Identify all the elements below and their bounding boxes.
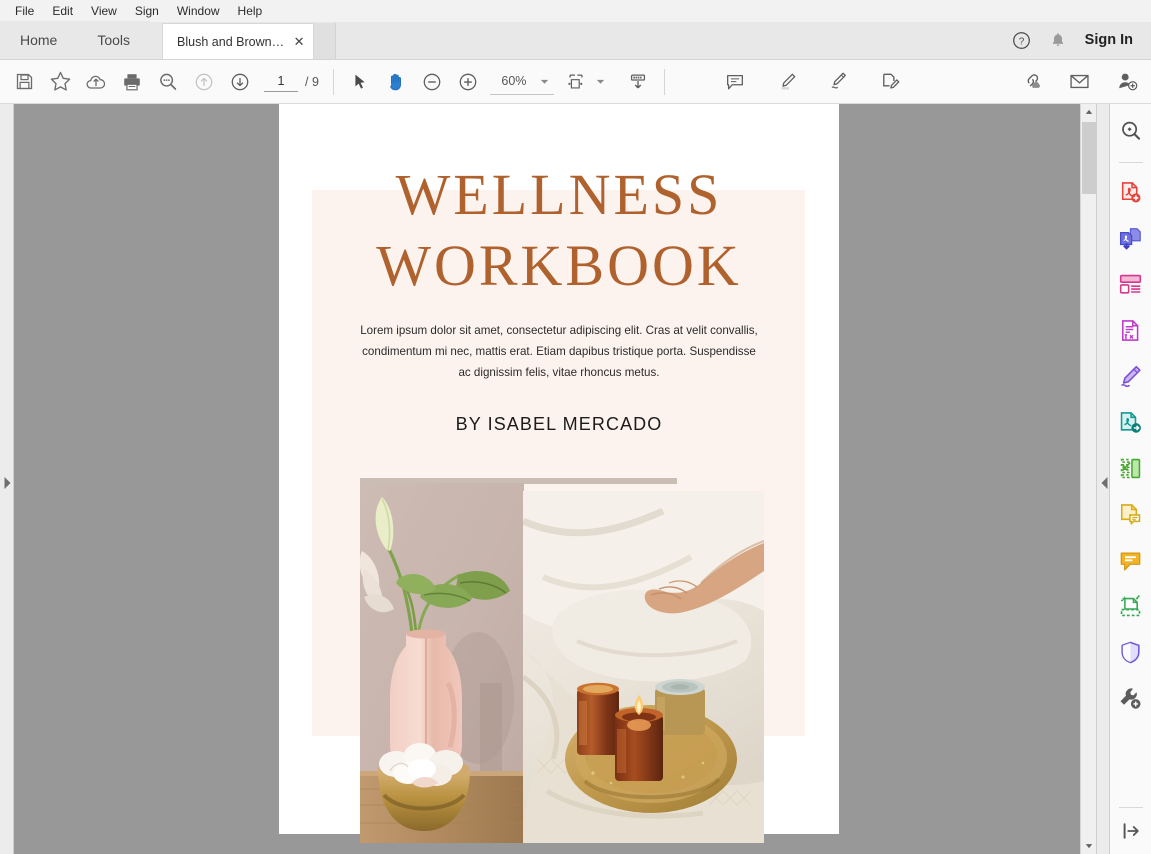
export-pdf-tool[interactable] [1114,405,1148,439]
tab-strip-right-group: ? Sign In [1009,21,1151,59]
photo-candles-and-pillow [523,491,764,843]
hand-tool[interactable] [378,65,414,99]
main-area: WELLNESS WORKBOOK Lorem ipsum dolor sit … [0,104,1151,854]
more-tools-tool[interactable] [1114,681,1148,715]
previous-page-button[interactable] [186,65,222,99]
cover-title-line-2: WORKBOOK [376,233,742,298]
menu-file[interactable]: File [6,2,43,21]
acrobat-window: File Edit View Sign Window Help Home Too… [0,0,1151,854]
organize-pages-tool[interactable] [1114,267,1148,301]
save-button[interactable] [6,65,42,99]
protect-tool[interactable] [1114,635,1148,669]
scroll-down-button[interactable] [1081,838,1097,854]
tab-tools[interactable]: Tools [77,21,151,59]
fill-and-sign-button[interactable] [873,65,909,99]
bell-icon[interactable] [1045,27,1071,53]
sign-in-button[interactable]: Sign In [1081,32,1137,48]
stamp-tool[interactable] [1114,543,1148,577]
fit-page-chevron-down-icon[interactable] [594,75,608,89]
right-navigation-rail[interactable] [1096,104,1110,854]
edit-pdf-tool[interactable] [1114,313,1148,347]
zoom-in-button[interactable] [450,65,486,99]
document-viewer[interactable]: WELLNESS WORKBOOK Lorem ipsum dolor sit … [14,104,1080,854]
zoom-level-select[interactable]: 60% [489,69,554,95]
menu-edit[interactable]: Edit [43,2,82,21]
hide-right-panel-arrow-icon[interactable] [1100,476,1109,490]
compress-pdf-tool[interactable] [1114,451,1148,485]
chevron-down-icon[interactable] [538,74,552,88]
find-button[interactable] [150,65,186,99]
vertical-scrollbar[interactable] [1080,104,1097,854]
photo-vase-and-petals [360,483,524,843]
next-page-button[interactable] [222,65,258,99]
fit-page-button[interactable] [558,65,594,99]
zoom-out-button[interactable] [414,65,450,99]
comment-button[interactable] [717,65,753,99]
cover-title: WELLNESS WORKBOOK [279,159,839,301]
tools-sidebar [1110,104,1151,854]
invite-people-button[interactable] [1109,65,1145,99]
comment-tool[interactable] [1114,497,1148,531]
combine-files-tool[interactable] [1114,221,1148,255]
tab-home[interactable]: Home [0,21,78,59]
highlight-button[interactable] [769,65,805,99]
menu-window[interactable]: Window [168,2,229,21]
scrollbar-thumb[interactable] [1082,122,1096,194]
close-icon[interactable]: ✕ [291,34,307,50]
tab-document[interactable]: Blush and Brown Si... ✕ [162,23,315,59]
cover-photo-collage [279,466,839,846]
help-circle-icon[interactable]: ? [1009,27,1035,53]
pdf-page-1: WELLNESS WORKBOOK Lorem ipsum dolor sit … [279,104,839,843]
collapse-tools-pane-button[interactable] [1114,814,1148,848]
upload-to-cloud-button[interactable] [78,65,114,99]
menu-sign[interactable]: Sign [126,2,168,21]
show-left-panel-arrow-icon[interactable] [3,476,12,490]
tab-strip: Home Tools Blush and Brown Si... ✕ ? Sig… [0,21,1151,60]
menu-view[interactable]: View [82,2,126,21]
create-pdf-tool[interactable] [1114,175,1148,209]
menu-bar: File Edit View Sign Window Help [0,0,1151,22]
page-total-label: / 9 [305,74,319,89]
page-number-input[interactable] [264,71,298,92]
scroll-up-button[interactable] [1081,104,1097,120]
cover-paragraph: Lorem ipsum dolor sit amet, consectetur … [360,324,758,379]
toolbar-separator [332,68,334,95]
toolbar: / 9 60% [0,60,1151,104]
tools-footer-separator [1118,807,1143,808]
add-to-favorites-button[interactable] [42,65,78,99]
tools-sidebar-footer [1114,805,1148,848]
left-navigation-rail[interactable] [0,104,14,854]
page-display-button[interactable] [620,65,656,99]
menu-help[interactable]: Help [229,2,272,21]
tab-strip-filler [314,23,337,59]
tab-document-label: Blush and Brown Si... [177,34,288,49]
cover-author: BY ISABEL MERCADO [455,414,663,434]
search-document-tool[interactable] [1114,114,1148,148]
page-navigation: / 9 [264,71,319,92]
fill-and-sign-tool[interactable] [1114,359,1148,393]
print-button[interactable] [114,65,150,99]
svg-text:?: ? [1019,36,1025,47]
select-cursor-tool[interactable] [342,65,378,99]
toolbar-separator-2 [663,68,665,95]
zoom-level-value: 60% [501,74,527,88]
scan-and-ocr-tool[interactable] [1114,589,1148,623]
cover-title-line-1: WELLNESS [395,162,723,227]
tools-separator [1118,162,1143,163]
email-button[interactable] [1061,65,1097,99]
share-link-button[interactable] [1013,65,1049,99]
sign-button[interactable] [821,65,857,99]
